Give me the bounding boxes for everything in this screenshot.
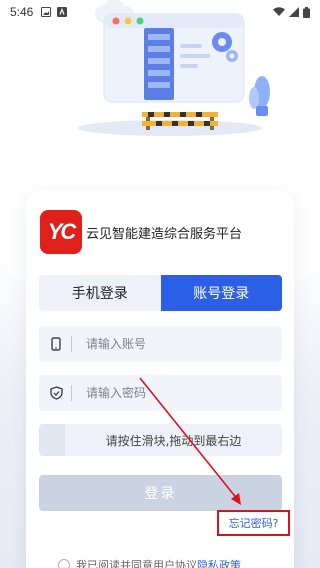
gear-icon bbox=[212, 32, 232, 52]
gear-icon bbox=[226, 50, 238, 62]
app-logo: YC bbox=[40, 210, 82, 254]
agreement-row: 我已阅读并同意用户协议 隐私政策 bbox=[58, 558, 241, 568]
password-input[interactable] bbox=[86, 386, 282, 400]
field-divider bbox=[71, 385, 72, 401]
forgot-password-link[interactable]: 忘记密码? bbox=[217, 510, 290, 536]
password-field[interactable] bbox=[39, 375, 282, 411]
shield-check-icon bbox=[41, 386, 71, 400]
slider-hint-text: 请按住滑块,拖动到最右边 bbox=[105, 433, 242, 448]
slide-verification: 请按住滑块,拖动到最右边 bbox=[39, 424, 282, 456]
login-button[interactable]: 登录 bbox=[39, 475, 282, 511]
window-dot-red bbox=[112, 17, 120, 25]
dashboard-bar bbox=[180, 44, 202, 48]
server-rack bbox=[144, 28, 174, 100]
battery-icon bbox=[303, 6, 310, 18]
account-input[interactable] bbox=[86, 337, 282, 351]
window-dot-yellow bbox=[124, 17, 132, 25]
dashboard-bar bbox=[180, 54, 210, 58]
forgot-password-label: 忘记密码? bbox=[228, 517, 279, 530]
signal-icon bbox=[289, 7, 299, 17]
app-name: 云见智能建造综合服务平台 bbox=[86, 226, 243, 242]
status-time: 5:46 bbox=[10, 5, 34, 19]
slider-handle[interactable] bbox=[39, 424, 65, 456]
privacy-policy-link[interactable]: 隐私政策 bbox=[197, 557, 241, 568]
login-mode-tabs: 手机登录 账号登录 bbox=[39, 275, 282, 311]
hero-illustration bbox=[78, 0, 270, 136]
phone-icon bbox=[41, 337, 71, 351]
potted-plant bbox=[249, 76, 270, 116]
dashboard-bar bbox=[180, 64, 198, 68]
brand-header: YC 云见智能建造综合服务平台 bbox=[40, 209, 242, 255]
agree-checkbox[interactable] bbox=[58, 559, 70, 568]
tab-account-login[interactable]: 账号登录 bbox=[160, 275, 282, 311]
app-logo-text: YC bbox=[47, 219, 77, 244]
field-divider bbox=[71, 336, 72, 352]
window-dot-green bbox=[136, 17, 144, 25]
gallery-icon bbox=[41, 7, 52, 17]
agreement-text: 我已阅读并同意用户协议 bbox=[76, 559, 197, 568]
tab-phone-login[interactable]: 手机登录 bbox=[39, 275, 161, 311]
account-field[interactable] bbox=[39, 326, 282, 362]
